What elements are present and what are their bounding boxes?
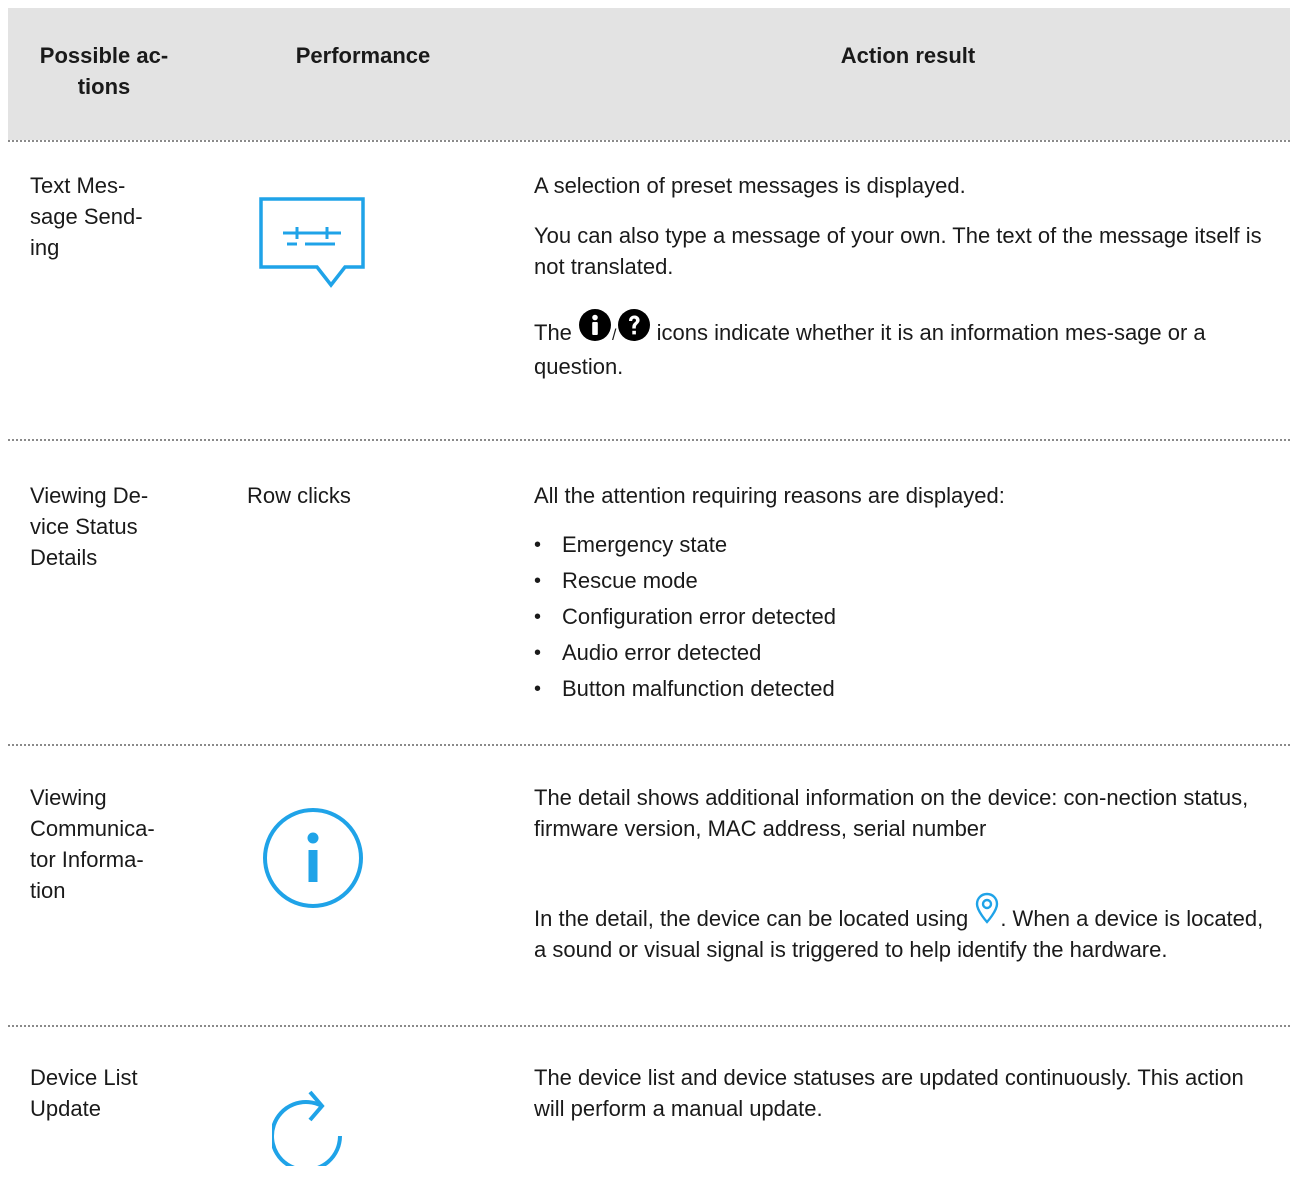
row-action-device-status: Viewing De- vice Status Details [30,483,149,570]
row-action-text-message: Text Mes- sage Send- ing [30,173,143,260]
result-paragraph: The device list and device statuses are … [534,1065,1244,1121]
row-separator [8,744,1290,746]
list-item: Emergency state [534,527,1274,563]
row-action-communicator-info: Viewing Communica- tor Informa- tion [30,785,155,903]
row-performance-row-clicks: Row clicks [247,483,351,508]
result-paragraph-locate: In the detail, the device can be located… [534,892,1274,965]
row-result-text-message: A selection of preset messages is displa… [534,170,1274,382]
result-text: The [534,320,572,345]
list-item: Configuration error detected [534,599,1274,635]
header-action-result: Action result [840,43,976,68]
header-possible-actions: Possible ac- tions [39,43,169,99]
table-header: Possible ac- tions Performance Action re… [8,8,1290,140]
list-item: Button malfunction detected [534,671,1274,707]
header-performance: Performance [295,43,431,68]
row-result-communicator-info: The detail shows additional information … [534,782,1274,965]
result-paragraph: You can also type a message of your own.… [534,223,1262,279]
refresh-icon[interactable] [270,1080,352,1174]
list-item: Rescue mode [534,563,1274,599]
reasons-list: Emergency state Rescue mode Configuratio… [534,527,1274,707]
info-circle-icon[interactable] [261,806,365,918]
message-icon[interactable] [259,197,367,297]
result-paragraph-icons: The / icons indicate whether it is an in… [534,308,1274,382]
row-result-device-list-update: The device list and device statuses are … [534,1062,1274,1124]
row-result-device-status: All the attention requiring reasons are … [534,480,1274,707]
row-separator [8,439,1290,441]
row-separator [8,1025,1290,1027]
result-paragraph: The detail shows additional information … [534,785,1249,841]
question-solid-icon [617,308,651,350]
info-solid-icon [578,308,612,350]
row-action-device-list-update: Device List Update [30,1065,138,1121]
list-item: Audio error detected [534,635,1274,671]
result-paragraph: A selection of preset messages is displa… [534,173,966,198]
result-paragraph: All the attention requiring reasons are … [534,483,1005,508]
location-pin-icon[interactable] [974,892,1000,932]
result-text: In the detail, the device can be located… [534,906,969,931]
row-separator [8,140,1290,142]
